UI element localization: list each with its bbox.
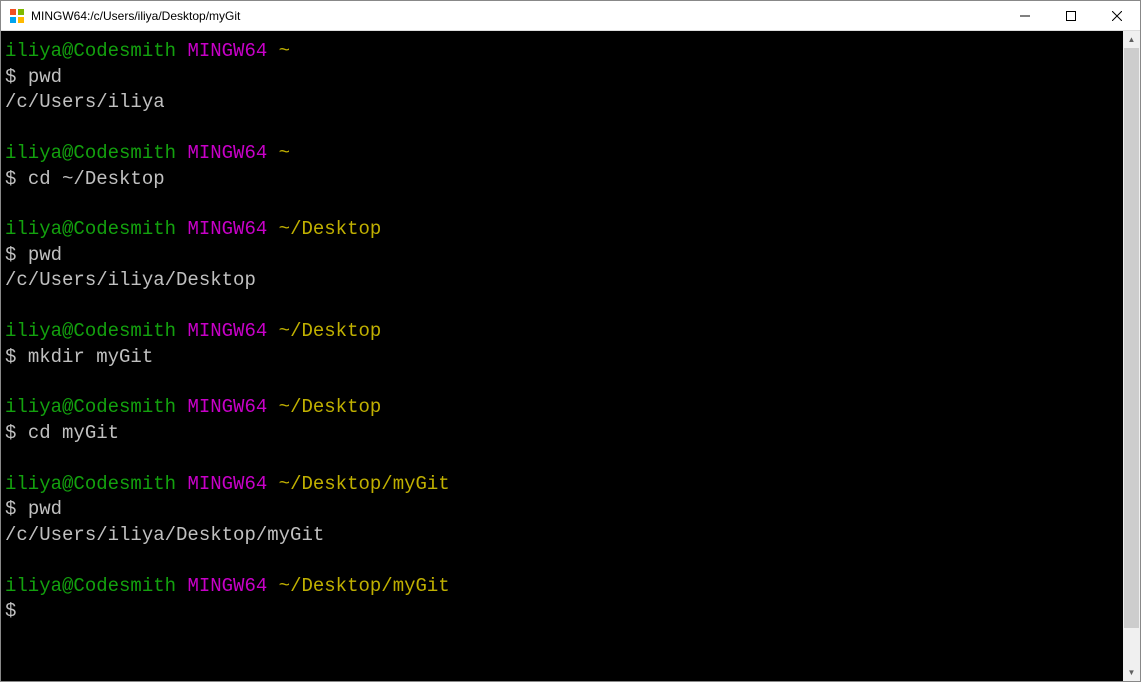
prompt-path: ~/Desktop/myGit (279, 575, 450, 597)
command-line: $ pwd (5, 243, 1119, 269)
terminal[interactable]: iliya@Codesmith MINGW64 ~$ pwd/c/Users/i… (1, 31, 1123, 681)
prompt-env: MINGW64 (187, 40, 267, 62)
command-line: $ (5, 599, 1119, 625)
terminal-area: iliya@Codesmith MINGW64 ~$ pwd/c/Users/i… (1, 31, 1140, 681)
prompt-line: iliya@Codesmith MINGW64 ~/Desktop (5, 319, 1119, 345)
command-text: pwd (28, 244, 62, 266)
command-text: cd ~/Desktop (28, 168, 165, 190)
terminal-block: iliya@Codesmith MINGW64 ~$ cd ~/Desktop (5, 141, 1119, 192)
command-text: mkdir myGit (28, 346, 153, 368)
prompt-user: iliya@Codesmith (5, 142, 176, 164)
command-line: $ cd ~/Desktop (5, 167, 1119, 193)
prompt-user: iliya@Codesmith (5, 473, 176, 495)
command-text: cd myGit (28, 422, 119, 444)
prompt-env: MINGW64 (187, 575, 267, 597)
prompt-dollar: $ (5, 498, 16, 520)
prompt-line: iliya@Codesmith MINGW64 ~/Desktop/myGit (5, 574, 1119, 600)
command-text: pwd (28, 498, 62, 520)
prompt-line: iliya@Codesmith MINGW64 ~ (5, 141, 1119, 167)
terminal-block: iliya@Codesmith MINGW64 ~$ pwd/c/Users/i… (5, 39, 1119, 116)
prompt-user: iliya@Codesmith (5, 575, 176, 597)
window-title: MINGW64:/c/Users/iliya/Desktop/myGit (31, 9, 1002, 23)
command-line: $ cd myGit (5, 421, 1119, 447)
prompt-path: ~/Desktop (279, 218, 382, 240)
prompt-env: MINGW64 (187, 142, 267, 164)
prompt-path: ~/Desktop (279, 320, 382, 342)
scrollbar[interactable]: ▲ ▼ (1123, 31, 1140, 681)
window-controls (1002, 1, 1140, 30)
prompt-path: ~/Desktop/myGit (279, 473, 450, 495)
prompt-user: iliya@Codesmith (5, 320, 176, 342)
window: MINGW64:/c/Users/iliya/Desktop/myGit ili… (0, 0, 1141, 682)
prompt-path: ~/Desktop (279, 396, 382, 418)
output-line: /c/Users/iliya (5, 90, 1119, 116)
prompt-path: ~ (279, 40, 290, 62)
scroll-down-icon[interactable]: ▼ (1123, 664, 1140, 681)
prompt-env: MINGW64 (187, 218, 267, 240)
prompt-env: MINGW64 (187, 473, 267, 495)
maximize-button[interactable] (1048, 1, 1094, 30)
prompt-line: iliya@Codesmith MINGW64 ~/Desktop (5, 217, 1119, 243)
prompt-dollar: $ (5, 346, 16, 368)
output-line: /c/Users/iliya/Desktop (5, 268, 1119, 294)
command-line: $ mkdir myGit (5, 345, 1119, 371)
close-button[interactable] (1094, 1, 1140, 30)
prompt-env: MINGW64 (187, 320, 267, 342)
prompt-dollar: $ (5, 244, 16, 266)
prompt-dollar: $ (5, 66, 16, 88)
prompt-dollar: $ (5, 168, 16, 190)
output-line: /c/Users/iliya/Desktop/myGit (5, 523, 1119, 549)
terminal-block: iliya@Codesmith MINGW64 ~/Desktop/myGit$ (5, 574, 1119, 625)
terminal-block: iliya@Codesmith MINGW64 ~/Desktop$ cd my… (5, 395, 1119, 446)
prompt-user: iliya@Codesmith (5, 218, 176, 240)
command-line: $ pwd (5, 65, 1119, 91)
prompt-env: MINGW64 (187, 396, 267, 418)
terminal-block: iliya@Codesmith MINGW64 ~/Desktop/myGit$… (5, 472, 1119, 549)
command-line: $ pwd (5, 497, 1119, 523)
scrollbar-thumb[interactable] (1124, 48, 1139, 628)
terminal-block: iliya@Codesmith MINGW64 ~/Desktop$ pwd/c… (5, 217, 1119, 294)
titlebar[interactable]: MINGW64:/c/Users/iliya/Desktop/myGit (1, 1, 1140, 31)
minimize-button[interactable] (1002, 1, 1048, 30)
command-text: pwd (28, 66, 62, 88)
prompt-dollar: $ (5, 600, 16, 622)
prompt-user: iliya@Codesmith (5, 40, 176, 62)
prompt-line: iliya@Codesmith MINGW64 ~/Desktop/myGit (5, 472, 1119, 498)
prompt-path: ~ (279, 142, 290, 164)
prompt-dollar: $ (5, 422, 16, 444)
scroll-up-icon[interactable]: ▲ (1123, 31, 1140, 48)
terminal-block: iliya@Codesmith MINGW64 ~/Desktop$ mkdir… (5, 319, 1119, 370)
prompt-line: iliya@Codesmith MINGW64 ~/Desktop (5, 395, 1119, 421)
app-icon (9, 8, 25, 24)
prompt-user: iliya@Codesmith (5, 396, 176, 418)
prompt-line: iliya@Codesmith MINGW64 ~ (5, 39, 1119, 65)
